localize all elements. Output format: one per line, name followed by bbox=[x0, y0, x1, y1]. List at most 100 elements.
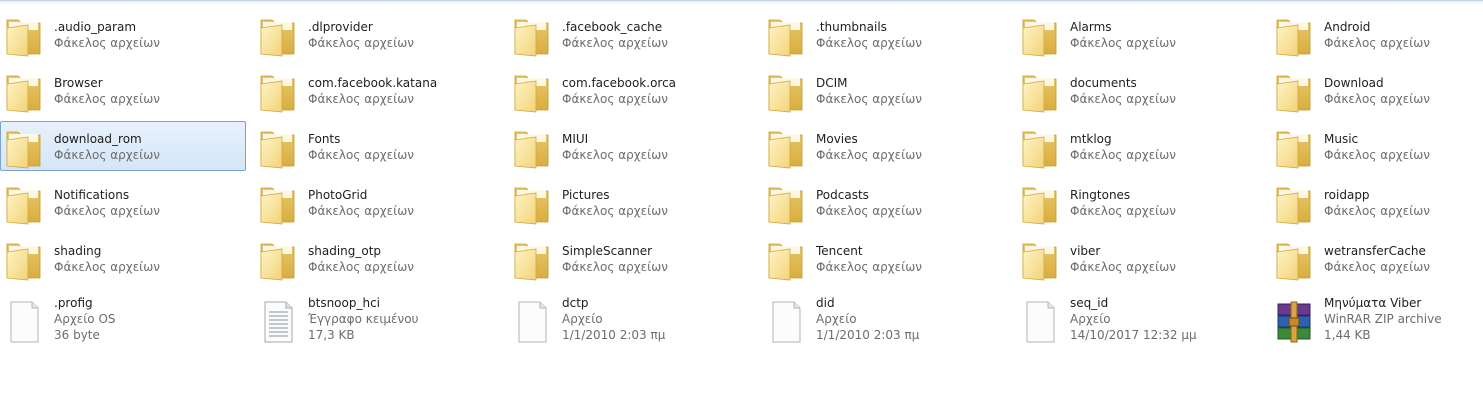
item-type: Φάκελος αρχείων bbox=[308, 92, 414, 106]
folder-item[interactable]: Podcasts Φάκελος αρχείων bbox=[762, 177, 1008, 227]
file-item[interactable]: seq_id Αρχείο 14/10/2017 12:32 μμ bbox=[1016, 293, 1262, 349]
item-name: roidapp bbox=[1324, 188, 1370, 202]
folder-item[interactable]: Alarms Φάκελος αρχείων bbox=[1016, 9, 1262, 59]
item-type: Φάκελος αρχείων bbox=[54, 260, 160, 274]
folder-icon bbox=[4, 126, 44, 170]
item-name: .profig bbox=[54, 296, 93, 310]
item-detail: 1,44 KB bbox=[1324, 328, 1371, 342]
file-item[interactable]: Μηνύματα Viber WinRAR ZIP archive 1,44 KB bbox=[1270, 293, 1483, 349]
item-type: Φάκελος αρχείων bbox=[1324, 204, 1430, 218]
item-type: Φάκελος αρχείων bbox=[1070, 260, 1176, 274]
item-type: Φάκελος αρχείων bbox=[1324, 36, 1430, 50]
folder-icon bbox=[512, 70, 552, 114]
folder-item[interactable]: documents Φάκελος αρχείων bbox=[1016, 65, 1262, 115]
folder-item[interactable]: PhotoGrid Φάκελος αρχείων bbox=[254, 177, 500, 227]
folder-icon bbox=[1274, 126, 1314, 170]
item-name: com.facebook.orca bbox=[562, 76, 677, 90]
item-type: Αρχείο OS bbox=[54, 312, 116, 326]
folder-item[interactable]: roidapp Φάκελος αρχείων bbox=[1270, 177, 1483, 227]
item-type: Φάκελος αρχείων bbox=[1070, 148, 1176, 162]
item-type: Φάκελος αρχείων bbox=[54, 36, 160, 50]
folder-item[interactable]: com.facebook.katana Φάκελος αρχείων bbox=[254, 65, 500, 115]
folder-item[interactable]: .audio_param Φάκελος αρχείων bbox=[0, 9, 246, 59]
folder-item[interactable]: Tencent Φάκελος αρχείων bbox=[762, 233, 1008, 283]
folder-icon bbox=[1274, 238, 1314, 282]
folder-item[interactable]: Ringtones Φάκελος αρχείων bbox=[1016, 177, 1262, 227]
folder-item[interactable]: .thumbnails Φάκελος αρχείων bbox=[762, 9, 1008, 59]
folder-icon bbox=[258, 238, 298, 282]
folder-icon bbox=[1020, 126, 1060, 170]
item-type: Φάκελος αρχείων bbox=[54, 204, 160, 218]
item-name: mtklog bbox=[1070, 132, 1112, 146]
folder-item[interactable]: Download Φάκελος αρχείων bbox=[1270, 65, 1483, 115]
item-name: com.facebook.katana bbox=[308, 76, 438, 90]
item-name: Podcasts bbox=[816, 188, 869, 202]
folder-item[interactable]: shading_otp Φάκελος αρχείων bbox=[254, 233, 500, 283]
item-type: Φάκελος αρχείων bbox=[1324, 260, 1430, 274]
item-name: shading bbox=[54, 244, 102, 258]
folder-item[interactable]: .facebook_cache Φάκελος αρχείων bbox=[508, 9, 754, 59]
item-detail: 17,3 KB bbox=[308, 328, 355, 342]
item-type: Φάκελος αρχείων bbox=[1324, 148, 1430, 162]
item-name: btsnoop_hci bbox=[308, 296, 381, 310]
item-name: Ringtones bbox=[1070, 188, 1131, 202]
folder-item[interactable]: DCIM Φάκελος αρχείων bbox=[762, 65, 1008, 115]
item-type: Αρχείο bbox=[1070, 312, 1111, 326]
folder-item[interactable]: wetransferCache Φάκελος αρχείων bbox=[1270, 233, 1483, 283]
item-detail: 14/10/2017 12:32 μμ bbox=[1070, 328, 1197, 342]
item-name: Download bbox=[1324, 76, 1384, 90]
folder-icon bbox=[4, 70, 44, 114]
folder-icon bbox=[512, 126, 552, 170]
folder-icon bbox=[4, 14, 44, 58]
folder-icon bbox=[512, 182, 552, 226]
file-item[interactable]: dctp Αρχείο 1/1/2010 2:03 πμ bbox=[508, 293, 754, 349]
item-type: Φάκελος αρχείων bbox=[562, 148, 668, 162]
folder-item[interactable]: shading Φάκελος αρχείων bbox=[0, 233, 246, 283]
folder-item[interactable]: Fonts Φάκελος αρχείων bbox=[254, 121, 500, 171]
item-name: did bbox=[816, 296, 835, 310]
item-type: Έγγραφο κειμένου bbox=[308, 312, 419, 326]
item-detail: 36 byte bbox=[54, 328, 100, 342]
folder-item[interactable]: SimpleScanner Φάκελος αρχείων bbox=[508, 233, 754, 283]
item-type: WinRAR ZIP archive bbox=[1324, 312, 1442, 326]
folder-icon bbox=[1020, 182, 1060, 226]
folder-item[interactable]: com.facebook.orca Φάκελος αρχείων bbox=[508, 65, 754, 115]
folder-item[interactable]: mtklog Φάκελος αρχείων bbox=[1016, 121, 1262, 171]
folder-icon bbox=[512, 238, 552, 282]
folder-item[interactable]: Browser Φάκελος αρχείων bbox=[0, 65, 246, 115]
item-name: MIUI bbox=[562, 132, 589, 146]
item-name: Movies bbox=[816, 132, 858, 146]
item-name: DCIM bbox=[816, 76, 848, 90]
folder-item[interactable]: viber Φάκελος αρχείων bbox=[1016, 233, 1262, 283]
item-name: SimpleScanner bbox=[562, 244, 653, 258]
folder-icon bbox=[1274, 182, 1314, 226]
item-name: Notifications bbox=[54, 188, 130, 202]
item-name: dctp bbox=[562, 296, 589, 310]
item-type: Φάκελος αρχείων bbox=[562, 260, 668, 274]
folder-item[interactable]: Android Φάκελος αρχείων bbox=[1270, 9, 1483, 59]
item-type: Φάκελος αρχείων bbox=[54, 148, 160, 162]
folder-icon bbox=[258, 14, 298, 58]
item-type: Φάκελος αρχείων bbox=[562, 36, 668, 50]
folder-item[interactable]: MIUI Φάκελος αρχείων bbox=[508, 121, 754, 171]
folder-item[interactable]: Music Φάκελος αρχείων bbox=[1270, 121, 1483, 171]
folder-icon bbox=[512, 14, 552, 58]
item-name: Android bbox=[1324, 20, 1371, 34]
item-type: Αρχείο bbox=[816, 312, 857, 326]
folder-item[interactable]: Movies Φάκελος αρχείων bbox=[762, 121, 1008, 171]
folder-item[interactable]: Pictures Φάκελος αρχείων bbox=[508, 177, 754, 227]
window-top-border bbox=[0, 0, 1483, 5]
file-item[interactable]: .profig Αρχείο OS 36 byte bbox=[0, 293, 246, 349]
folder-icon bbox=[258, 126, 298, 170]
folder-icon bbox=[1274, 14, 1314, 58]
folder-item[interactable]: download_rom Φάκελος αρχείων bbox=[0, 121, 246, 171]
file-item[interactable]: btsnoop_hci Έγγραφο κειμένου 17,3 KB bbox=[254, 293, 500, 349]
file-item[interactable]: did Αρχείο 1/1/2010 2:03 πμ bbox=[762, 293, 1008, 349]
item-type: Φάκελος αρχείων bbox=[816, 204, 922, 218]
folder-icon bbox=[766, 238, 806, 282]
item-type: Φάκελος αρχείων bbox=[816, 260, 922, 274]
item-name: PhotoGrid bbox=[308, 188, 368, 202]
folder-item[interactable]: Notifications Φάκελος αρχείων bbox=[0, 177, 246, 227]
folder-item[interactable]: .dlprovider Φάκελος αρχείων bbox=[254, 9, 500, 59]
text-file-icon bbox=[258, 300, 298, 344]
